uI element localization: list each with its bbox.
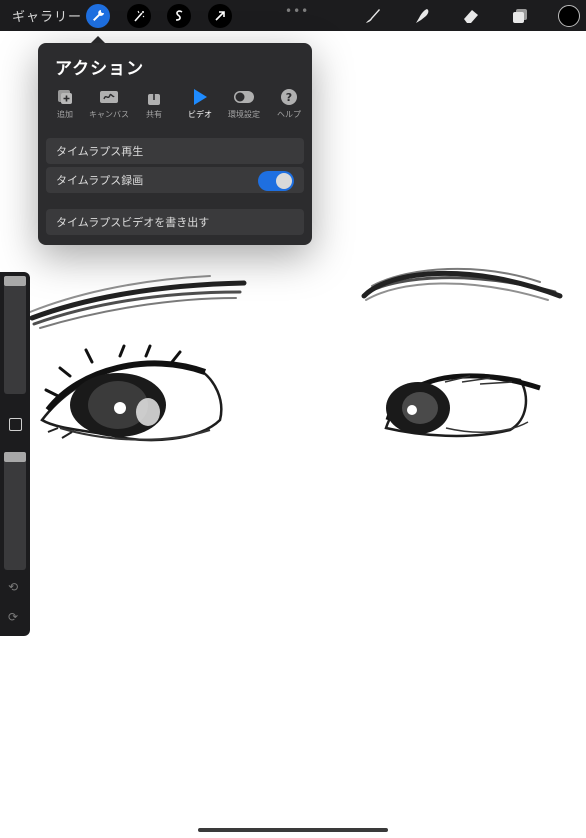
timelapse-export-row[interactable]: タイムラプスビデオを書き出す xyxy=(46,209,304,235)
toggle-knob xyxy=(276,173,292,189)
timelapse-replay-row[interactable]: タイムラプス再生 xyxy=(46,138,304,164)
brush-opacity-handle[interactable] xyxy=(4,452,26,462)
selection-s-icon xyxy=(175,10,183,21)
modify-button[interactable] xyxy=(9,418,22,431)
timelapse-record-row: タイムラプス録画 xyxy=(46,167,304,193)
timelapse-replay-label: タイムラプス再生 xyxy=(56,145,144,158)
smudge-button[interactable] xyxy=(411,5,433,27)
tab-video-label: ビデオ xyxy=(188,110,212,119)
timelapse-export-label: タイムラプスビデオを書き出す xyxy=(56,216,210,229)
video-play-icon xyxy=(189,87,211,107)
tab-add-label: 追加 xyxy=(57,110,73,119)
smudge-icon xyxy=(416,9,429,23)
tab-canvas-label: キャンバス xyxy=(89,110,129,119)
tab-canvas[interactable]: キャンバス xyxy=(89,87,129,120)
brush-opacity-slider[interactable] xyxy=(4,452,26,570)
right-eyebrow xyxy=(361,267,563,301)
brush-size-handle[interactable] xyxy=(4,276,26,286)
layers-icon xyxy=(513,9,527,23)
left-eye xyxy=(40,344,223,442)
color-picker-button[interactable] xyxy=(558,5,580,27)
tab-share[interactable]: 共有 xyxy=(134,87,174,120)
adjustments-wand-icon xyxy=(134,10,145,22)
timelapse-record-toggle[interactable] xyxy=(258,171,294,191)
tab-help-label: ヘルプ xyxy=(277,110,301,119)
gallery-button[interactable]: ギャラリー xyxy=(12,6,82,25)
left-sidebar: ⟲ ⟳ xyxy=(0,272,30,636)
svg-text:?: ? xyxy=(286,91,292,104)
undo-icon[interactable]: ⟲ xyxy=(8,580,18,594)
tab-video[interactable]: ビデオ xyxy=(180,87,220,120)
canvas-icon xyxy=(98,87,120,107)
preferences-toggle-icon xyxy=(233,87,255,107)
tab-preferences-label: 環境設定 xyxy=(228,110,260,119)
add-icon xyxy=(54,87,76,107)
share-icon xyxy=(143,87,165,107)
tab-share-label: 共有 xyxy=(146,110,162,119)
wrench-icon xyxy=(93,10,104,21)
transform-button[interactable] xyxy=(208,4,232,28)
tab-help[interactable]: ? ヘルプ xyxy=(269,87,309,120)
layers-button[interactable] xyxy=(509,5,531,27)
eraser-icon xyxy=(464,10,478,23)
actions-wrench-button[interactable] xyxy=(86,4,110,28)
timelapse-record-label: タイムラプス録画 xyxy=(56,174,144,187)
redo-icon[interactable]: ⟳ xyxy=(8,610,18,624)
brush-icon xyxy=(366,9,380,23)
transform-arrow-icon xyxy=(215,11,225,21)
more-options-button[interactable]: ••• xyxy=(285,4,309,18)
selection-button[interactable] xyxy=(167,4,191,28)
popover-title: アクション xyxy=(55,59,145,79)
adjustments-button[interactable] xyxy=(127,4,151,28)
brush-button[interactable] xyxy=(362,5,384,27)
actions-popover: アクション 追加 キャンバス 共有 ビデオ 環境設定 ? ヘルプ タイムラプス再… xyxy=(38,43,312,245)
tab-preferences[interactable]: 環境設定 xyxy=(224,87,264,120)
right-eye xyxy=(384,373,541,438)
left-eyebrow xyxy=(29,275,247,329)
eraser-button[interactable] xyxy=(460,5,482,27)
home-indicator[interactable] xyxy=(198,828,388,832)
brush-size-slider[interactable] xyxy=(4,276,26,394)
tab-add[interactable]: 追加 xyxy=(45,87,85,120)
top-toolbar: ギャラリー ••• xyxy=(0,0,586,31)
help-icon: ? xyxy=(278,87,300,107)
